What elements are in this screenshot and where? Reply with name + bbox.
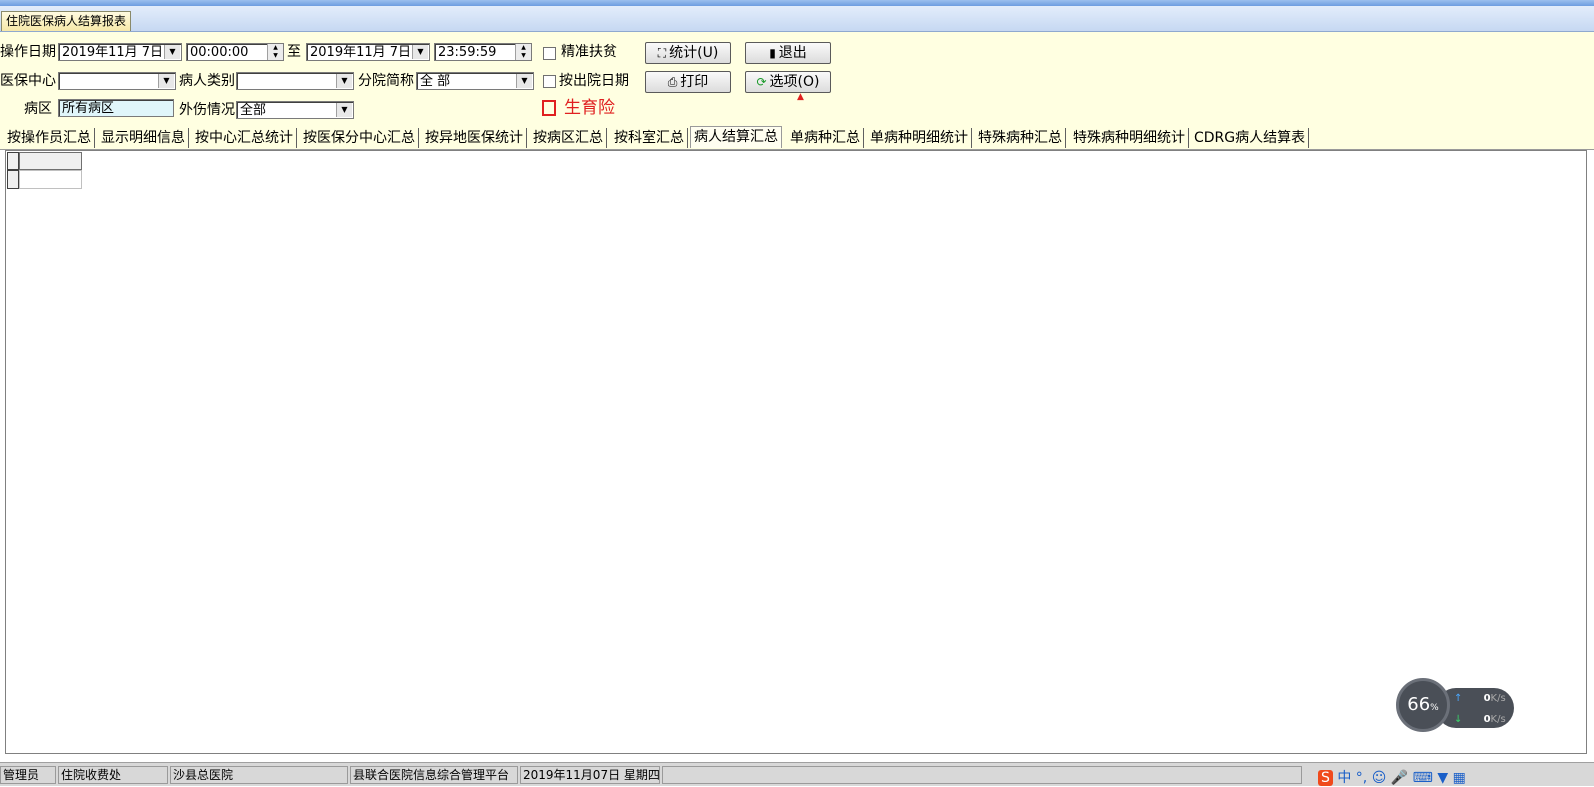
date-from-value: 2019年11月 7日 — [62, 45, 164, 60]
skin-icon[interactable]: ▼ — [1437, 770, 1448, 786]
report-tabs: 按操作员汇总 显示明细信息 按中心汇总统计 按医保分中心汇总 按异地医保统计 按… — [0, 126, 1594, 150]
to-label: 至 — [287, 44, 301, 60]
time-from-spinner[interactable]: 00:00:00 ▲ ▼ — [186, 43, 284, 61]
upload-arrow-icon: ↑ — [1454, 693, 1463, 704]
status-empty — [662, 766, 1302, 784]
grid-corner-cell[interactable] — [7, 152, 19, 170]
keyboard-icon[interactable]: ⌨ — [1413, 770, 1433, 786]
exit-door-icon: ▮ — [769, 46, 776, 60]
print-button-label: 打印 — [680, 74, 709, 90]
injury-label: 外伤情况 — [179, 102, 235, 118]
emoji-icon[interactable]: ☺ — [1372, 770, 1387, 786]
branch-label: 分院简称 — [358, 73, 414, 89]
tab-single-disease-detail[interactable]: 单病种明细统计 — [867, 128, 972, 148]
status-platform: 县联合医院信息综合管理平台 — [350, 766, 518, 784]
ward-field[interactable]: 所有病区 — [58, 99, 174, 117]
maternity-label: 生育险 — [564, 98, 615, 118]
tab-ward-summary[interactable]: 按病区汇总 — [530, 128, 607, 148]
mdi-tab-bar: 住院医保病人结算报表 — [0, 6, 1594, 32]
ime-toolbar[interactable]: S 中 °, ☺ 🎤 ⌨ ▼ ▦ — [1318, 767, 1466, 786]
time-from-value: 00:00:00 — [190, 45, 249, 60]
branch-select[interactable]: 全 部 ▼ — [416, 72, 534, 90]
time-to-value: 23:59:59 — [438, 45, 497, 60]
time-to-spinner[interactable]: 23:59:59 ▲ ▼ — [434, 43, 532, 61]
maternity-checkbox[interactable] — [542, 100, 556, 116]
tab-patient-settlement[interactable]: 病人结算汇总 — [690, 126, 782, 148]
patient-type-label: 病人类别 — [179, 73, 235, 89]
print-button[interactable]: ⎙ 打印 — [645, 71, 731, 93]
precise-poverty-checkbox[interactable] — [543, 47, 556, 60]
download-arrow-icon: ↓ — [1454, 714, 1463, 725]
injury-value: 全部 — [240, 103, 267, 118]
center-label: 医保中心 — [0, 73, 56, 89]
date-from-picker[interactable]: 2019年11月 7日 ▼ — [58, 43, 182, 61]
ward-value: 所有病区 — [62, 101, 115, 116]
status-user: 管理员 — [0, 766, 56, 784]
binoculars-icon: ⛶ — [657, 46, 667, 60]
tab-special-disease-summary[interactable]: 特殊病种汇总 — [975, 128, 1066, 148]
time-from-spin-icon[interactable]: ▲ ▼ — [267, 44, 283, 60]
grid-header-cell[interactable] — [19, 152, 82, 170]
microphone-icon[interactable]: 🎤 — [1391, 770, 1408, 786]
upload-rate: ↑ 0K/s — [1454, 693, 1506, 704]
options-button[interactable]: ⟳ 选项(O) — [745, 71, 831, 93]
tab-cdrg-settlement[interactable]: CDRG病人结算表 — [1191, 128, 1310, 148]
patient-type-select[interactable]: ▼ — [236, 72, 354, 90]
sogou-logo-icon: S — [1318, 770, 1333, 786]
status-department: 住院收费处 — [58, 766, 168, 784]
refresh-icon: ⟳ — [756, 75, 767, 89]
options-button-label: 选项(O) — [769, 74, 820, 90]
usage-gauge: 66% — [1396, 678, 1450, 732]
date-to-dropdown-icon[interactable]: ▼ — [412, 45, 428, 59]
date-to-value: 2019年11月 7日 — [310, 45, 412, 60]
stat-button-label: 统计(U) — [669, 45, 719, 61]
date-from-dropdown-icon[interactable]: ▼ — [164, 45, 180, 59]
tab-department-summary[interactable]: 按科室汇总 — [611, 128, 688, 148]
tab-remote-insurance[interactable]: 按异地医保统计 — [422, 128, 527, 148]
precise-poverty-label: 精准扶贫 — [561, 44, 617, 60]
punctuation-icon[interactable]: °, — [1356, 770, 1367, 786]
tab-center-summary[interactable]: 按中心汇总统计 — [192, 128, 297, 148]
branch-dropdown-icon[interactable]: ▼ — [516, 74, 532, 88]
grid-row-indicator[interactable] — [7, 170, 19, 189]
usage-percent: 66 — [1407, 694, 1431, 715]
download-value: 0 — [1483, 714, 1491, 725]
status-hospital: 沙县总医院 — [170, 766, 348, 784]
filter-panel: 操作日期 2019年11月 7日 ▼ 00:00:00 ▲ ▼ 至 2019年11… — [0, 32, 1594, 128]
discharge-date-checkbox[interactable] — [543, 75, 556, 88]
usage-unit: % — [1430, 703, 1439, 713]
patient-type-dropdown-icon[interactable]: ▼ — [336, 74, 352, 88]
branch-value: 全 部 — [420, 74, 451, 89]
tab-subcenter-summary[interactable]: 按医保分中心汇总 — [300, 128, 419, 148]
ward-label: 病区 — [24, 101, 52, 117]
tab-special-disease-detail[interactable]: 特殊病种明细统计 — [1070, 128, 1189, 148]
center-dropdown-icon[interactable]: ▼ — [158, 74, 174, 88]
center-select[interactable]: ▼ — [58, 72, 176, 90]
options-arrow-icon: ▲ — [797, 92, 804, 102]
chinese-mode-icon[interactable]: 中 — [1337, 770, 1351, 786]
data-grid[interactable] — [5, 150, 1587, 754]
tab-operator-summary[interactable]: 按操作员汇总 — [4, 128, 95, 148]
upload-value: 0 — [1483, 693, 1491, 704]
status-date: 2019年11月07日 星期四 — [520, 766, 660, 784]
op-date-label: 操作日期 — [0, 44, 56, 60]
exit-button-label: 退出 — [778, 45, 807, 61]
network-speed-widget[interactable]: 66% ↑ 0K/s ↓ 0K/s — [1396, 678, 1516, 738]
time-to-spin-icon[interactable]: ▲ ▼ — [515, 44, 531, 60]
date-to-picker[interactable]: 2019年11月 7日 ▼ — [306, 43, 430, 61]
grid-cell[interactable] — [19, 170, 82, 189]
injury-dropdown-icon[interactable]: ▼ — [336, 103, 352, 117]
download-unit: K/s — [1490, 714, 1506, 725]
upload-unit: K/s — [1490, 693, 1506, 704]
exit-button[interactable]: ▮ 退出 — [745, 42, 831, 64]
tab-single-disease-summary[interactable]: 单病种汇总 — [787, 128, 864, 148]
discharge-date-label: 按出院日期 — [559, 73, 629, 89]
stat-button[interactable]: ⛶ 统计(U) — [645, 42, 731, 64]
tab-show-details[interactable]: 显示明细信息 — [98, 128, 189, 148]
document-tab[interactable]: 住院医保病人结算报表 — [1, 11, 132, 31]
download-rate: ↓ 0K/s — [1454, 714, 1506, 725]
grid-menu-icon[interactable]: ▦ — [1453, 770, 1466, 786]
injury-select[interactable]: 全部 ▼ — [236, 101, 354, 119]
printer-icon: ⎙ — [667, 75, 678, 89]
